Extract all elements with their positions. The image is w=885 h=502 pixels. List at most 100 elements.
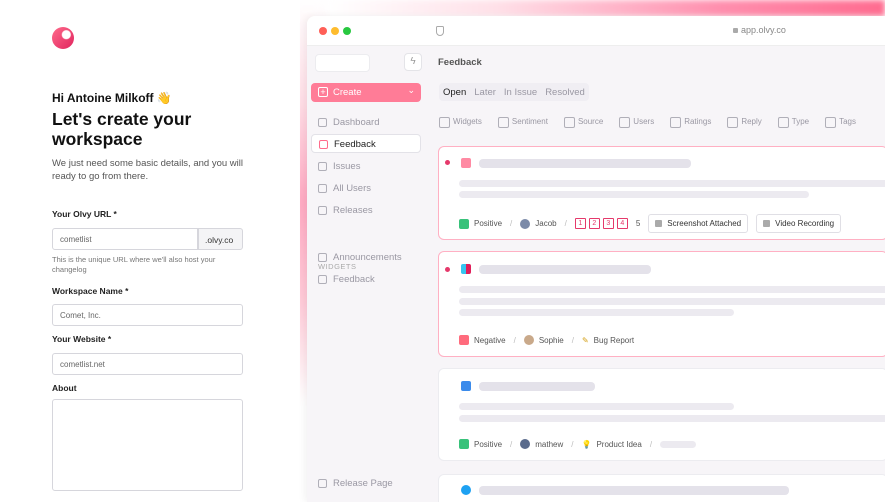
positive-icon [459,218,469,229]
tab-open[interactable]: Open [443,87,466,98]
page-title: Let's create your workspace [52,109,192,149]
browser-titlebar: app.olvy.co [307,16,885,46]
external-link-icon [318,479,327,488]
website-field[interactable]: cometlist.net [52,353,243,375]
page-description: We just need some basic details, and you… [52,158,243,182]
sidebar-item-feedback[interactable]: Feedback [311,134,421,153]
home-icon [318,118,327,127]
user-name: Sophie [538,335,564,345]
plus-icon: + [318,87,328,97]
skeleton-line [459,309,734,316]
sidebar-item-issues[interactable]: Issues [311,157,421,176]
filter-ratings[interactable]: Ratings [670,116,711,128]
sentiment-label: Positive [474,439,503,449]
user-name: Jacob [535,219,557,228]
skeleton-line [660,440,697,448]
sentiment-badge: Positive [459,218,502,229]
feedback-main: Feedback Open Later In Issue Resolved Wi… [429,46,885,502]
filter-bar: Widgets Sentiment Source Users Ratings R… [439,111,856,131]
video-icon [763,220,771,227]
skeleton-line [479,265,651,274]
create-label: Create [333,87,362,98]
lightbulb-icon: 💡 [581,439,592,449]
filter-tags[interactable]: Tags [825,116,856,128]
widget-source-icon [461,158,471,168]
filter-users[interactable]: Users [619,116,654,128]
filter-type[interactable]: Type [777,116,809,128]
sidebar-item-label: Issues [333,161,361,172]
sidebar-item-label: Feedback [333,274,375,285]
filter-widgets[interactable]: Widgets [439,116,482,128]
avatar [520,439,531,449]
filter-sentiment[interactable]: Sentiment [497,116,548,128]
user-chip[interactable]: Jacob [520,218,557,229]
skeleton-line [479,382,595,391]
attachment-label: Video Recording [775,219,835,228]
sidebar-item-label: All Users [333,183,372,194]
user-chip[interactable]: mathew [520,439,563,449]
avatar [523,335,534,345]
divider: / [564,219,567,228]
card-meta: Positive / mathew / 💡 Product Idea / [459,439,697,449]
minimize-dot-icon[interactable] [331,27,339,35]
workspace-switcher[interactable] [315,54,370,72]
type-label: Product Idea [596,439,642,449]
feedback-card[interactable]: Positive / Jacob / 1 2 3 4 5 Screenshot … [438,146,885,240]
website-label: Your Website * [52,334,112,344]
unread-indicator [445,267,450,272]
sidebar-item-releases[interactable]: Releases [311,201,421,220]
sidebar-item-announcements[interactable]: Announcements [311,248,421,267]
tab-in-issue[interactable]: In Issue [504,87,537,98]
sidebar-item-dashboard[interactable]: Dashboard [311,113,421,132]
negative-icon [459,335,469,345]
screenshot-attachment[interactable]: Screenshot Attached [648,214,749,233]
skeleton-line [459,180,885,187]
workspace-name-field[interactable]: Comet, Inc. [52,304,243,326]
divider: / [571,439,574,449]
close-dot-icon[interactable] [319,27,327,35]
url-hint: This is the unique URL where we'll also … [52,255,216,274]
card-meta: Positive / Jacob / 1 2 3 4 5 Screenshot … [459,214,842,233]
type-label: Bug Report [593,335,635,345]
decorative-top-glow [330,0,885,16]
address-bar[interactable]: app.olvy.co [733,25,786,35]
card-meta: Negative / Sophie / ✎ Bug Report [459,335,634,345]
about-label: About [52,383,77,393]
rating-box: 3 [602,218,614,229]
sidebar-item-release-page[interactable]: Release Page [311,474,421,493]
feedback-card[interactable]: Negative / Sophie / ✎ Bug Report [438,251,885,357]
shield-icon[interactable] [436,26,444,36]
bug-icon: ✎ [581,335,589,345]
filter-reply[interactable]: Reply [727,116,762,128]
app-preview-window: app.olvy.co ϟ + Create ⌄ Dashboard Feedb… [307,16,885,502]
url-field[interactable]: cometlist [52,228,198,250]
olvy-logo [52,27,74,49]
status-tabs: Open Later In Issue Resolved [439,83,589,101]
releases-icon [318,206,327,215]
unread-indicator [445,160,450,165]
create-button[interactable]: + Create ⌄ [311,83,421,102]
skeleton-line [459,298,885,305]
bolt-icon[interactable]: ϟ [404,53,422,71]
page-heading: Feedback [438,57,482,68]
feedback-icon [319,140,328,149]
sidebar-item-all-users[interactable]: All Users [311,179,421,198]
video-attachment[interactable]: Video Recording [756,214,842,233]
user-chip[interactable]: Sophie [523,335,564,345]
sidebar-item-feedback-widget[interactable]: Feedback [311,270,421,289]
rating-box: 2 [588,218,600,229]
skeleton-line [479,486,789,495]
about-textarea[interactable] [52,399,243,491]
tab-resolved[interactable]: Resolved [545,87,585,98]
feedback-card[interactable]: Positive / mathew / 💡 Product Idea / [438,368,885,461]
rating-box: 4 [616,218,628,229]
issues-icon [318,162,327,171]
skeleton-line [479,159,691,168]
image-icon [655,220,663,227]
url-suffix: .olvy.co [198,228,243,250]
feedback-card[interactable] [438,474,885,502]
tab-later[interactable]: Later [474,87,496,98]
filter-source[interactable]: Source [563,116,603,128]
sentiment-label: Negative [474,335,506,345]
maximize-dot-icon[interactable] [343,27,351,35]
